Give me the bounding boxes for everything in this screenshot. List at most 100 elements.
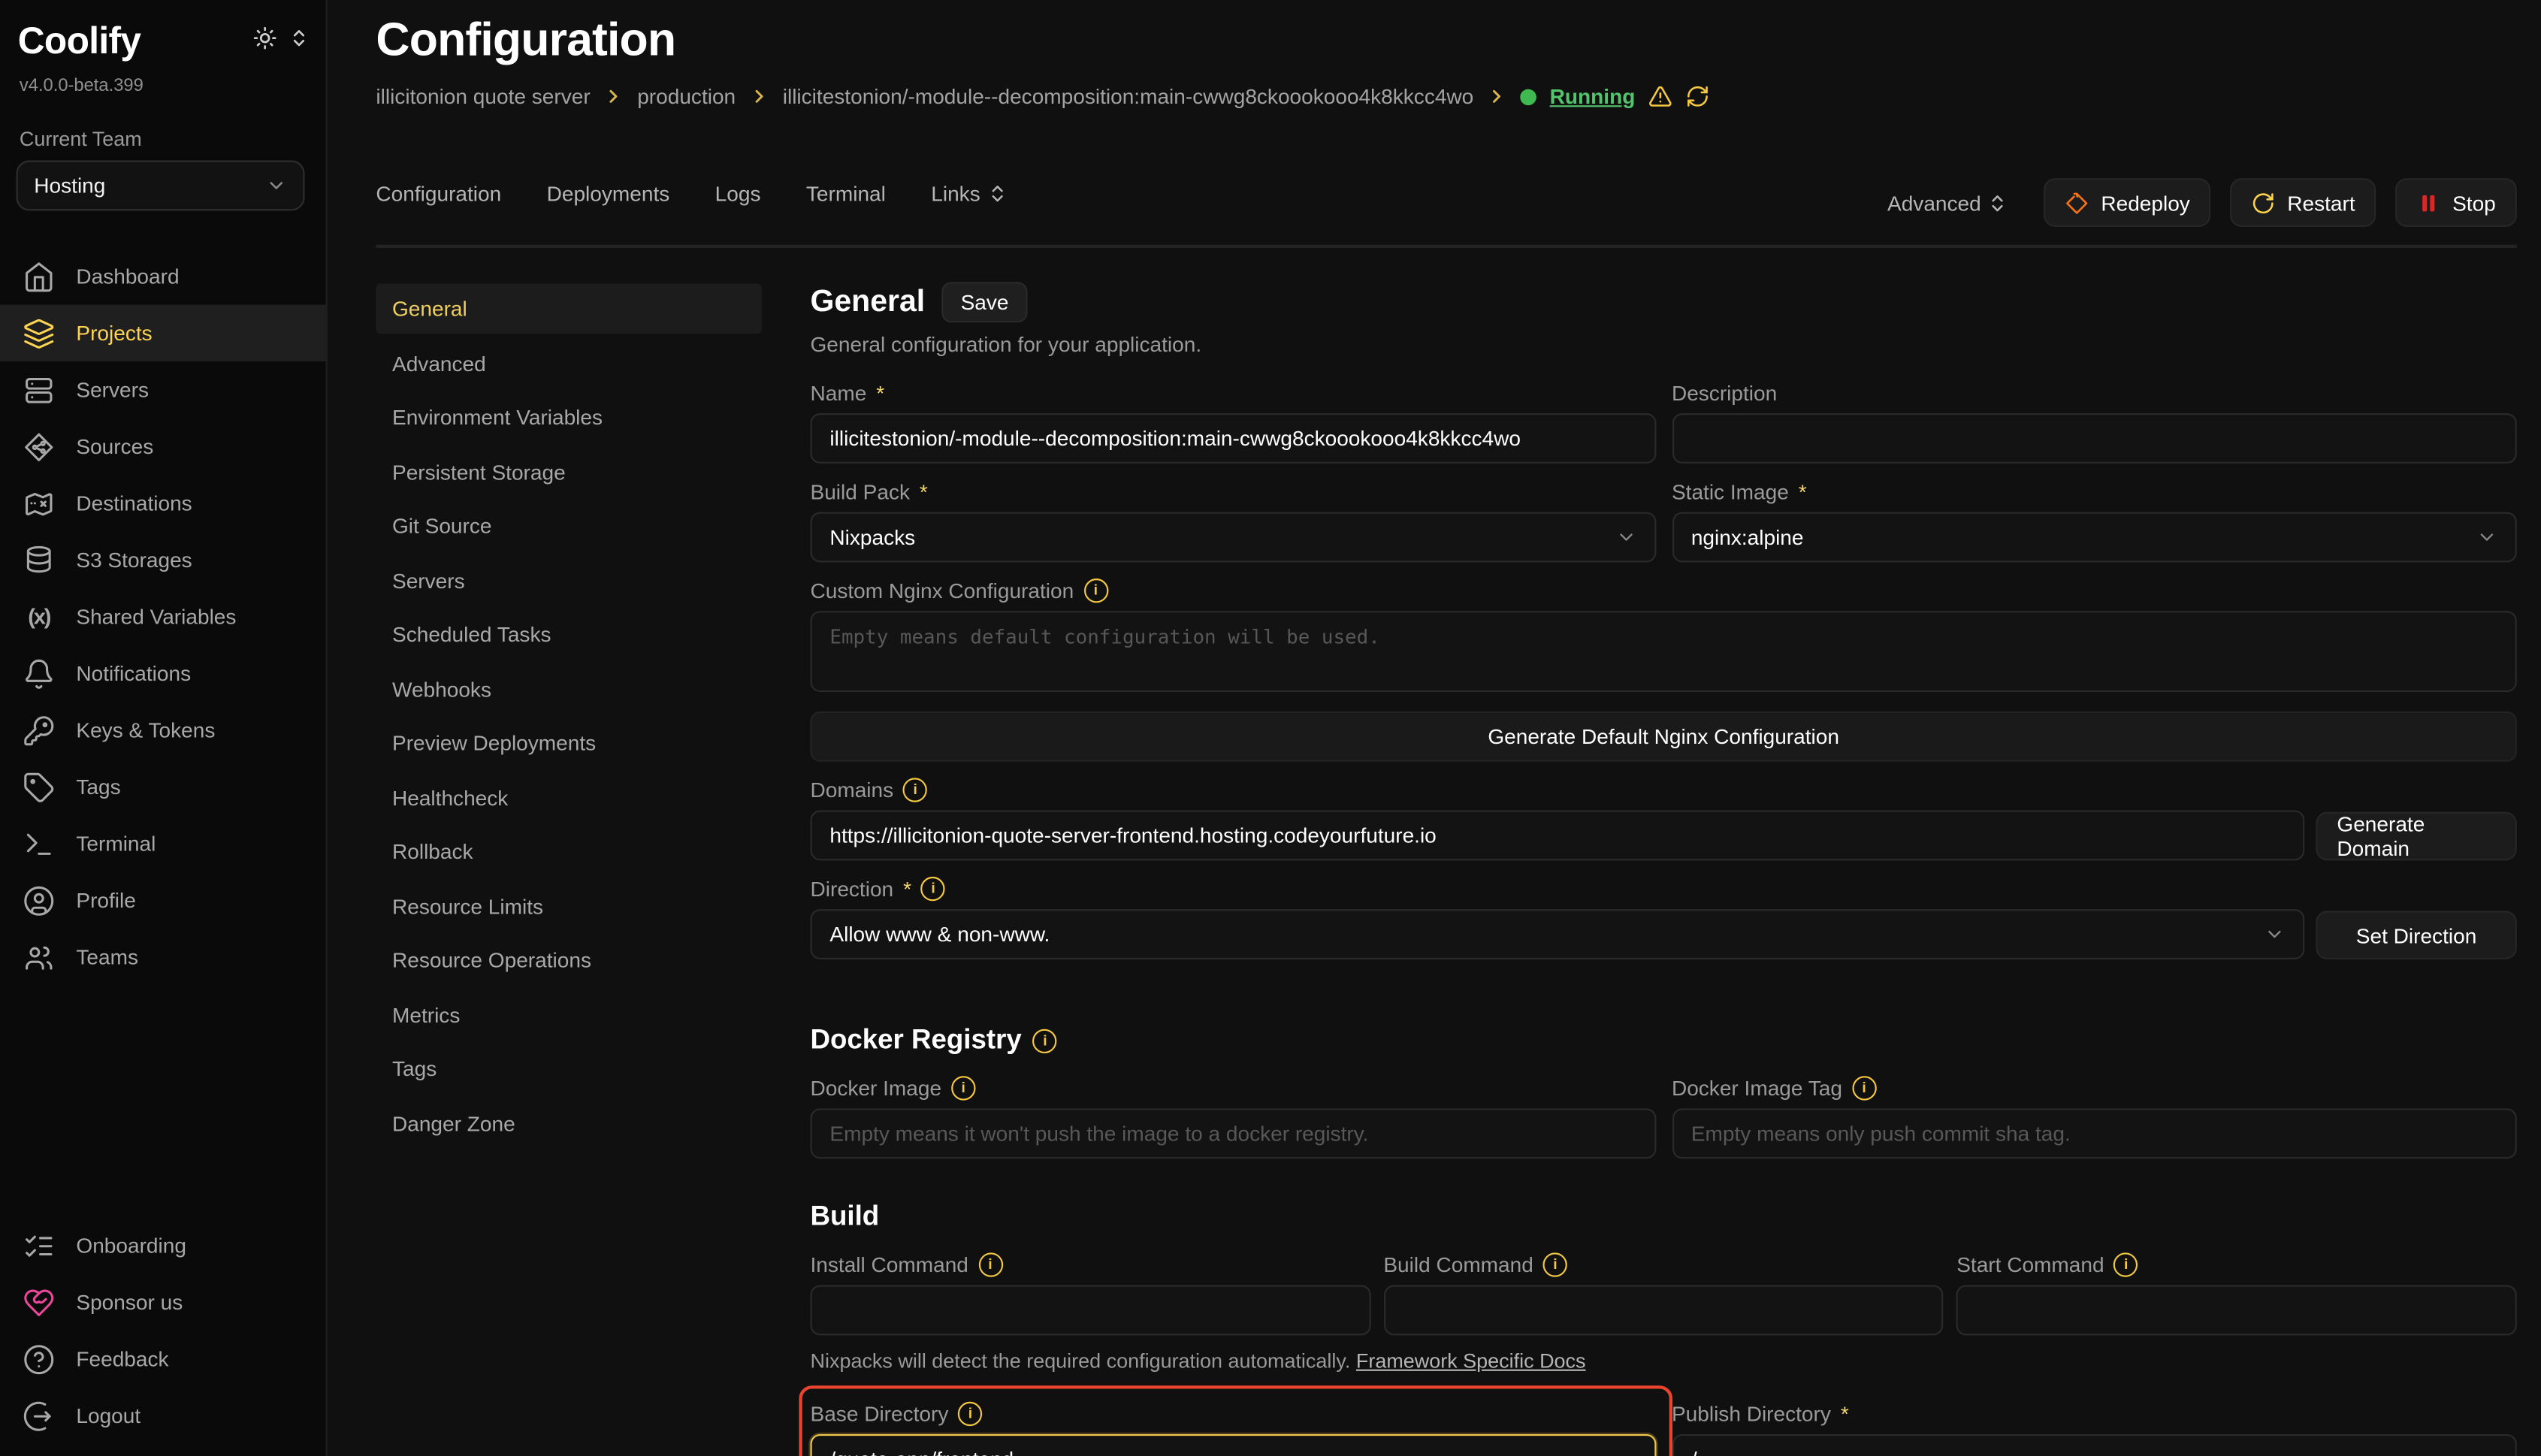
sidebar-item-dashboard[interactable]: Dashboard <box>0 248 326 304</box>
sidebar-nav: Dashboard Projects Servers Sources Desti… <box>0 248 326 985</box>
sidebar-item-feedback[interactable]: Feedback <box>0 1331 326 1387</box>
base-directory-input[interactable] <box>811 1434 1656 1456</box>
sidebar-item-logout[interactable]: Logout <box>0 1387 326 1443</box>
sidebar-item-label: Notifications <box>76 661 191 685</box>
subnav-rollback[interactable]: Rollback <box>376 826 761 877</box>
subnav-persistent-storage[interactable]: Persistent Storage <box>376 446 761 497</box>
subnav-resource-limits[interactable]: Resource Limits <box>376 881 761 931</box>
sidebar-item-profile[interactable]: Profile <box>0 871 326 928</box>
save-button[interactable]: Save <box>941 282 1029 322</box>
breadcrumb-application[interactable]: illicitestonion/-module--decomposition:m… <box>783 84 1474 108</box>
tab-configuration[interactable]: Configuration <box>376 182 501 206</box>
tab-logs[interactable]: Logs <box>715 182 761 206</box>
git-source-icon <box>23 430 55 463</box>
info-icon <box>1543 1252 1567 1276</box>
subnav-servers[interactable]: Servers <box>376 555 761 606</box>
static-image-select[interactable]: nginx:alpine <box>1672 512 2517 563</box>
advanced-label: Advanced <box>1887 190 1981 214</box>
team-select[interactable]: Hosting <box>17 161 305 211</box>
name-input[interactable] <box>811 413 1656 464</box>
direction-label: Direction* <box>811 877 2517 901</box>
subnav-danger-zone[interactable]: Danger Zone <box>376 1098 761 1148</box>
subnav-tags[interactable]: Tags <box>376 1044 761 1094</box>
subnav-general[interactable]: General <box>376 283 761 334</box>
sidebar-item-teams[interactable]: Teams <box>0 929 326 985</box>
sidebar-item-notifications[interactable]: Notifications <box>0 645 326 701</box>
publish-directory-label: Publish Directory* <box>1672 1402 2517 1426</box>
refresh-status-icon[interactable] <box>1685 84 1709 108</box>
sidebar-item-onboarding[interactable]: Onboarding <box>0 1217 326 1273</box>
sidebar-item-destinations[interactable]: Destinations <box>0 475 326 531</box>
settings-subnav: General Advanced Environment Variables P… <box>376 248 761 1148</box>
docker-registry-title: Docker Registry <box>811 1024 2517 1056</box>
sidebar-item-terminal[interactable]: Terminal <box>0 815 326 871</box>
tab-links[interactable]: Links <box>931 182 1008 206</box>
install-command-input[interactable] <box>811 1285 1371 1336</box>
sidebar-item-sources[interactable]: Sources <box>0 418 326 475</box>
breadcrumb-environment[interactable]: production <box>637 84 736 108</box>
docker-image-tag-input[interactable] <box>1672 1108 2517 1158</box>
generate-domain-button[interactable]: Generate Domain <box>2316 812 2516 861</box>
key-icon <box>23 714 55 746</box>
description-input[interactable] <box>1672 413 2517 464</box>
info-icon <box>978 1252 1002 1276</box>
info-icon <box>958 1402 982 1426</box>
direction-select[interactable]: Allow www & non-www. <box>811 909 2305 959</box>
build-command-input[interactable] <box>1383 1285 1944 1336</box>
tab-deployments[interactable]: Deployments <box>547 182 670 206</box>
restart-button[interactable]: Restart <box>2231 178 2376 227</box>
status-running-link[interactable]: Running <box>1550 84 1636 108</box>
users-icon <box>23 941 55 973</box>
tab-terminal[interactable]: Terminal <box>806 182 886 206</box>
set-direction-button[interactable]: Set Direction <box>2316 911 2516 959</box>
theme-sun-icon[interactable] <box>252 26 276 50</box>
sidebar-item-tags[interactable]: Tags <box>0 758 326 814</box>
sidebar: Coolify v4.0.0-beta.399 Current Team Hos… <box>0 0 328 1456</box>
sidebar-item-label: Sponsor us <box>76 1290 183 1314</box>
app-logo[interactable]: Coolify <box>18 20 141 63</box>
sidebar-item-label: Tags <box>76 775 120 799</box>
build-pack-select[interactable]: Nixpacks <box>811 512 1656 563</box>
logout-icon <box>23 1400 55 1432</box>
breadcrumb-project[interactable]: illicitonion quote server <box>376 84 590 108</box>
subnav-webhooks[interactable]: Webhooks <box>376 663 761 714</box>
stop-button[interactable]: Stop <box>2396 178 2517 227</box>
sidebar-item-servers[interactable]: Servers <box>0 361 326 418</box>
warning-icon[interactable] <box>1648 84 1672 108</box>
server-icon <box>23 373 55 406</box>
sidebar-item-sponsor[interactable]: Sponsor us <box>0 1273 326 1330</box>
theme-selector-icon[interactable] <box>289 28 310 49</box>
subnav-advanced[interactable]: Advanced <box>376 338 761 388</box>
subnav-healthcheck[interactable]: Healthcheck <box>376 772 761 823</box>
sidebar-footer-nav: Onboarding Sponsor us Feedback Logout <box>0 1217 326 1444</box>
docker-image-input[interactable] <box>811 1108 1656 1158</box>
breadcrumb: illicitonion quote server production ill… <box>376 84 1709 108</box>
sidebar-item-shared-variables[interactable]: (x) Shared Variables <box>0 588 326 645</box>
sidebar-item-label: Logout <box>76 1403 140 1427</box>
static-image-value: nginx:alpine <box>1691 525 1804 549</box>
framework-docs-link[interactable]: Framework Specific Docs <box>1356 1350 1586 1373</box>
subnav-environment-variables[interactable]: Environment Variables <box>376 392 761 443</box>
subnav-git-source[interactable]: Git Source <box>376 501 761 551</box>
redeploy-button[interactable]: Redeploy <box>2044 178 2211 227</box>
user-icon <box>23 884 55 917</box>
variable-icon: (x) <box>23 605 55 629</box>
subnav-metrics[interactable]: Metrics <box>376 989 761 1040</box>
description-label: Description <box>1672 381 2517 405</box>
sidebar-item-projects[interactable]: Projects <box>0 305 326 361</box>
subnav-resource-operations[interactable]: Resource Operations <box>376 935 761 986</box>
start-command-input[interactable] <box>1956 1285 2517 1336</box>
generate-nginx-button[interactable]: Generate Default Nginx Configuration <box>811 711 2517 762</box>
sidebar-item-s3-storages[interactable]: S3 Storages <box>0 531 326 588</box>
sidebar-item-keys-tokens[interactable]: Keys & Tokens <box>0 702 326 758</box>
advanced-dropdown[interactable]: Advanced <box>1887 190 2008 214</box>
subnav-scheduled-tasks[interactable]: Scheduled Tasks <box>376 609 761 660</box>
layers-icon <box>23 317 55 349</box>
stop-icon <box>2417 190 2441 214</box>
publish-directory-input[interactable] <box>1672 1434 2517 1456</box>
nginx-config-textarea[interactable] <box>811 611 2517 692</box>
domains-input[interactable] <box>811 811 2305 861</box>
subnav-preview-deployments[interactable]: Preview Deployments <box>376 718 761 769</box>
general-form: General Save General configuration for y… <box>811 248 2517 1456</box>
section-title: General <box>811 285 926 320</box>
